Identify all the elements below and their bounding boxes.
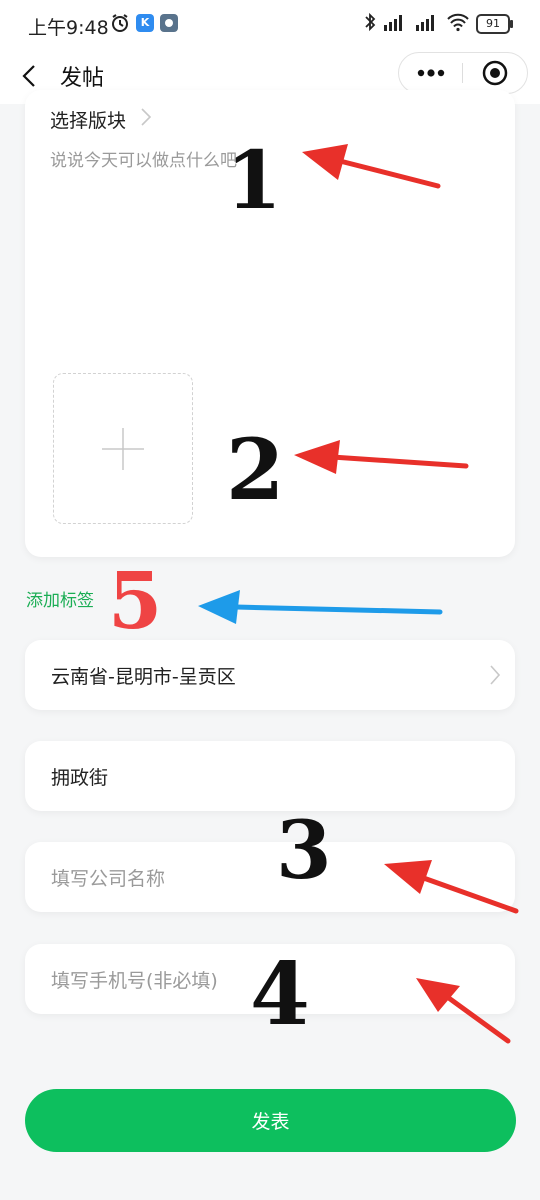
company-name-placeholder: 填写公司名称 [51,867,166,890]
company-name-field[interactable]: 填写公司名称 [25,842,515,912]
wifi-icon [446,12,470,36]
post-content-textarea[interactable]: 说说今天可以做点什么吧 [50,146,237,171]
select-section-row[interactable]: 选择版块 [50,104,152,134]
select-section-label: 选择版块 [50,109,127,132]
bluetooth-icon [364,12,376,36]
back-icon[interactable] [16,60,44,92]
annotation-number-1: 1 [226,133,282,227]
settings-notification-icon [160,14,178,32]
street-value: 拥政街 [51,766,109,789]
signal-icon-2 [414,12,440,36]
close-miniprogram-button[interactable] [463,53,527,93]
page-title: 发帖 [60,66,105,91]
chevron-right-icon [489,664,501,691]
app-notification-icon: K [136,14,154,32]
status-indicators: 91 [364,12,513,36]
phone-placeholder: 填写手机号(非必填) [51,969,218,992]
target-icon [482,60,508,86]
publish-button[interactable]: 发表 [25,1089,516,1152]
more-dots-icon [417,69,444,77]
status-bar: 上午9:48 K 91 [0,0,540,48]
add-tag-link[interactable]: 添加标签 [26,586,94,611]
battery-icon: 91 [476,14,513,34]
annotation-arrow-5 [198,590,443,624]
plus-icon [102,428,144,474]
miniprogram-capsule [398,52,528,94]
signal-icon [382,12,408,36]
alarm-icon [110,13,130,37]
annotation-number-3: 3 [276,803,332,897]
annotation-number-5: 5 [108,556,163,647]
annotation-number-4: 4 [250,944,310,1045]
region-value: 云南省-昆明市-呈贡区 [51,665,236,688]
street-field[interactable]: 拥政街 [25,741,515,811]
chevron-right-icon [140,107,152,132]
more-options-button[interactable] [399,53,462,93]
image-upload-button[interactable] [53,373,193,524]
status-time: 上午9:48 [28,17,109,39]
annotation-number-2: 2 [226,420,285,519]
region-picker[interactable]: 云南省-昆明市-呈贡区 [25,640,515,710]
